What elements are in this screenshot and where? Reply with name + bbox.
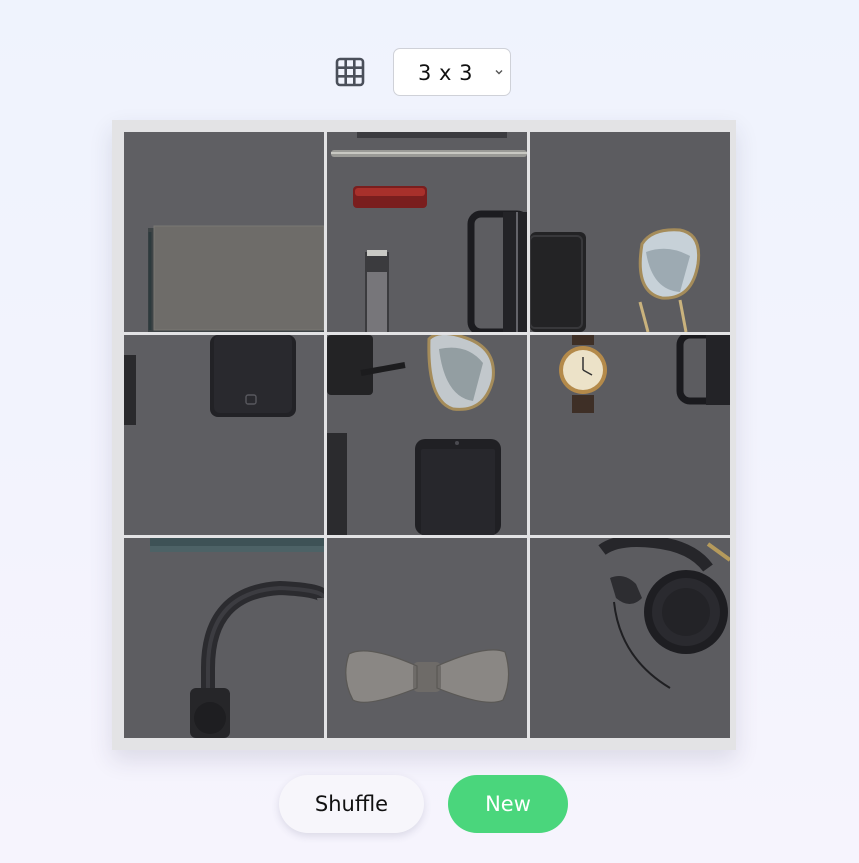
- chevron-down-icon: [495, 70, 503, 75]
- puzzle-tile-2[interactable]: [327, 132, 527, 332]
- puzzle-tile-5[interactable]: [327, 335, 527, 535]
- toolbar: 3 x 3: [334, 48, 511, 96]
- puzzle-board: [112, 120, 736, 750]
- grid-size-select[interactable]: 3 x 3: [393, 48, 511, 96]
- shuffle-button[interactable]: Shuffle: [279, 775, 424, 833]
- puzzle-tile-3[interactable]: [530, 132, 730, 332]
- puzzle-tile-4[interactable]: [124, 335, 324, 535]
- grid-icon: [334, 56, 366, 88]
- puzzle-tile-6[interactable]: [530, 335, 730, 535]
- puzzle-tile-7[interactable]: [124, 538, 324, 738]
- new-game-button[interactable]: New: [448, 775, 568, 833]
- puzzle-tile-1[interactable]: [124, 132, 324, 332]
- puzzle-tile-8[interactable]: [327, 538, 527, 738]
- grid-size-value: 3 x 3: [418, 61, 473, 85]
- puzzle-tile-9[interactable]: [530, 538, 730, 738]
